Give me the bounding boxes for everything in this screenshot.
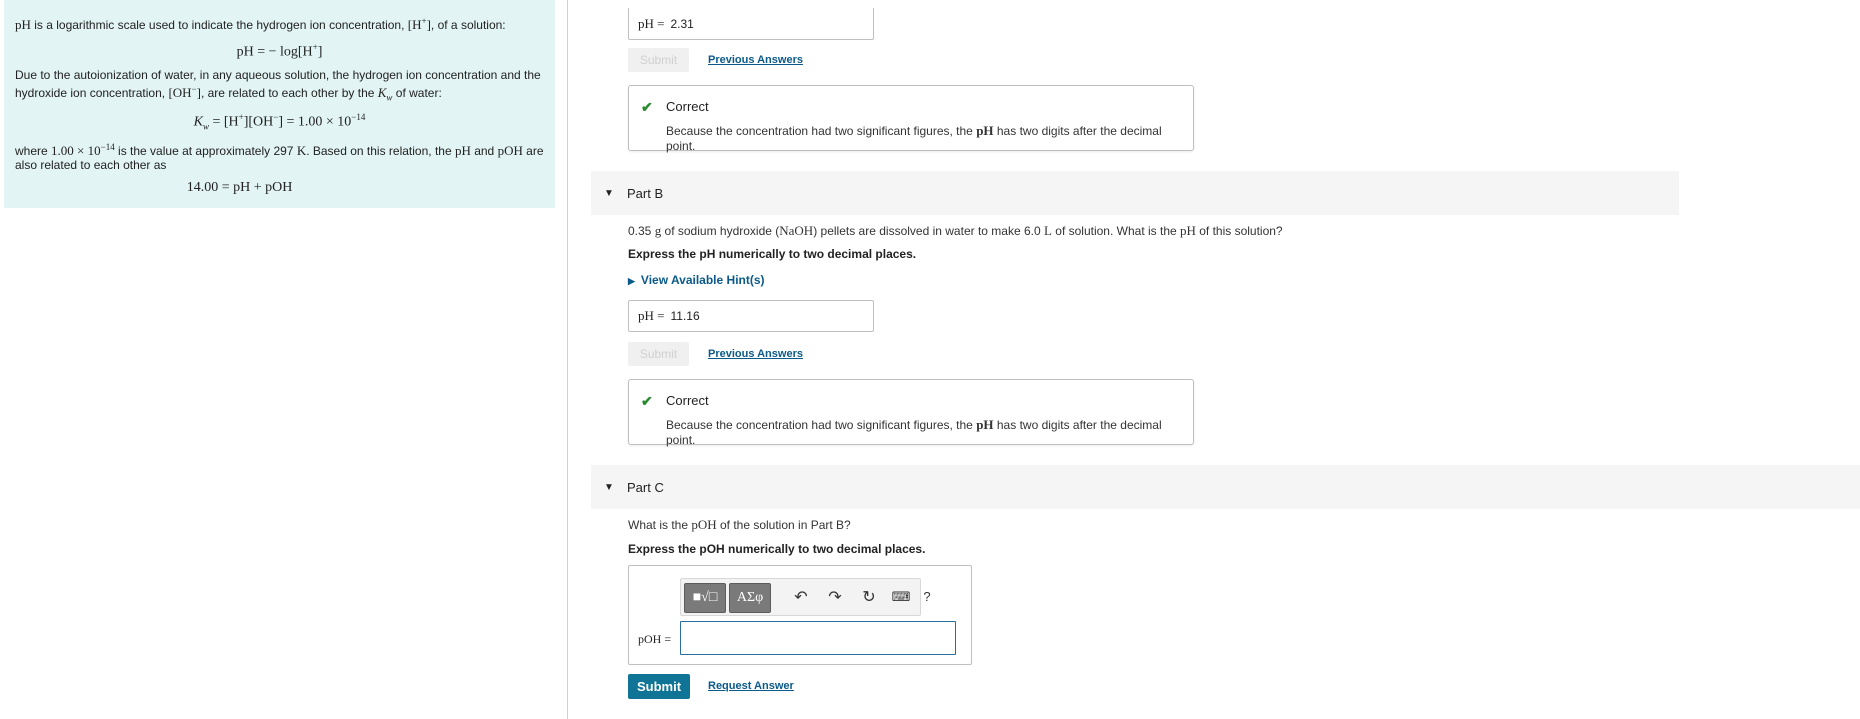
feedback-title: Correct (666, 393, 709, 408)
help-icon[interactable]: ? (916, 589, 938, 604)
part-b-answer-value: 11.16 (670, 309, 700, 323)
templates-button[interactable]: ■√□ (684, 583, 726, 613)
equation-ph-poh: 14.00 = pH + pOH (186, 180, 293, 195)
redo-icon[interactable]: ↷ (824, 587, 846, 607)
math-answer-editor: ■√□ ΑΣφ ↶ ↷ ↻ ⌨ ? pOH = (628, 565, 972, 665)
reset-icon[interactable]: ↻ (858, 587, 880, 607)
part-a-submit-button[interactable]: Submit (628, 48, 689, 72)
caret-right-icon: ▶ (628, 276, 635, 286)
poh-input[interactable] (680, 621, 956, 655)
part-b-question: 0.35 g of sodium hydroxide (NaOH) pellet… (628, 223, 1283, 238)
feedback-message: Because the concentration had two signif… (666, 123, 1162, 153)
part-a-feedback: ✔ Correct Because the concentration had … (628, 85, 1194, 153)
intro-paragraph-1: pH is a logarithmic scale used to indica… (15, 16, 506, 32)
part-c-instruction: Express the pOH numerically to two decim… (628, 542, 926, 556)
part-b-feedback: ✔ Correct Because the concentration had … (628, 379, 1194, 447)
check-icon: ✔ (641, 393, 653, 409)
part-b-header[interactable]: ▼ Part B (591, 171, 1679, 215)
math-toolbar: ■√□ ΑΣφ ↶ ↷ ↻ ⌨ ? (680, 578, 931, 616)
part-a-answer-value: 2.31 (670, 16, 694, 31)
part-c-submit-button[interactable]: Submit (628, 674, 690, 699)
part-a-previous-answers-link[interactable]: Previous Answers (708, 54, 803, 66)
part-c-question: What is the pOH of the solution in Part … (628, 517, 851, 532)
feedback-message: Because the concentration had two signif… (666, 417, 1162, 447)
check-icon: ✔ (641, 99, 653, 115)
part-b-instruction: Express the pH numerically to two decima… (628, 247, 917, 261)
equation-kw: Kw = [H+][OH−] = 1.00 × 10−14 (193, 112, 366, 132)
part-c-header[interactable]: ▼ Part C (591, 465, 1860, 509)
feedback-title: Correct (666, 99, 709, 114)
intro-paragraph-2: Due to the autoionization of water, in a… (15, 68, 541, 103)
caret-down-icon: ▼ (604, 187, 614, 199)
caret-down-icon: ▼ (604, 481, 614, 493)
intro-paragraph-3: where 1.00 × 10−14 is the value at appro… (15, 142, 544, 172)
intro-panel: pH is a logarithmic scale used to indica… (4, 0, 555, 208)
part-b-answer-field[interactable]: pH = 11.16 (628, 300, 874, 332)
request-answer-link[interactable]: Request Answer (708, 680, 794, 692)
equation-ph: pH = − log[H+] (236, 42, 323, 60)
part-b-previous-answers-link[interactable]: Previous Answers (708, 348, 803, 360)
panel-divider (567, 0, 568, 719)
undo-icon[interactable]: ↶ (790, 587, 812, 607)
part-a-answer-field[interactable]: pH = 2.31 (628, 8, 874, 40)
part-b-hints-toggle[interactable]: ▶ View Available Hint(s) (628, 273, 765, 287)
keyboard-icon[interactable]: ⌨ (890, 589, 912, 605)
poh-label: pOH = (638, 632, 672, 646)
symbols-button[interactable]: ΑΣφ (729, 583, 771, 613)
part-b-submit-button[interactable]: Submit (628, 342, 689, 366)
